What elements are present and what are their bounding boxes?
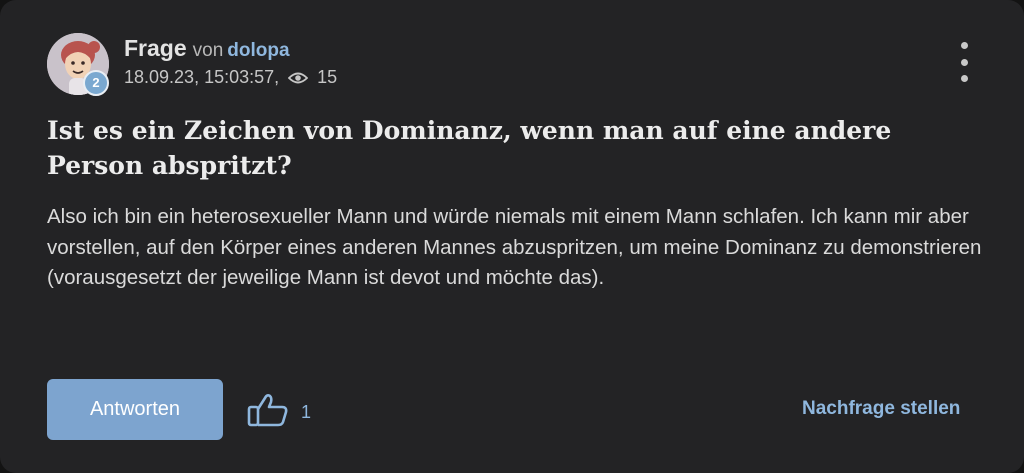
level-badge: 2 xyxy=(83,70,109,96)
post-type-label: Frage xyxy=(124,35,187,61)
view-count: 15 xyxy=(317,67,338,87)
by-label: von xyxy=(192,40,224,61)
menu-dot xyxy=(960,75,968,82)
post-meta: Frage von dolopa xyxy=(124,35,290,62)
like-button[interactable]: 1 xyxy=(247,393,311,432)
question-title: Ist es ein Zeichen von Dominanz, wenn ma… xyxy=(47,116,892,180)
menu-dot xyxy=(960,58,968,66)
post-timestamp: 18.09.23, 15:03:57, xyxy=(124,67,280,87)
eye-icon xyxy=(288,71,309,85)
menu-dot xyxy=(960,42,968,49)
post-info: 18.09.23, 15:03:57, 15 xyxy=(124,67,337,88)
author-link[interactable]: dolopa xyxy=(227,40,289,61)
like-count: 1 xyxy=(301,402,312,422)
follow-up-link[interactable]: Nachfrage stellen xyxy=(802,398,960,420)
thumbs-up-icon xyxy=(247,393,289,432)
answer-button[interactable]: Antworten xyxy=(47,379,223,440)
question-card: 2 Frage von dolopa 18.09.23, 15:03:57, 15 … xyxy=(0,0,1024,473)
question-body: Also ich bin ein heterosexueller Mann un… xyxy=(47,205,982,289)
more-vertical-icon[interactable] xyxy=(952,42,976,82)
